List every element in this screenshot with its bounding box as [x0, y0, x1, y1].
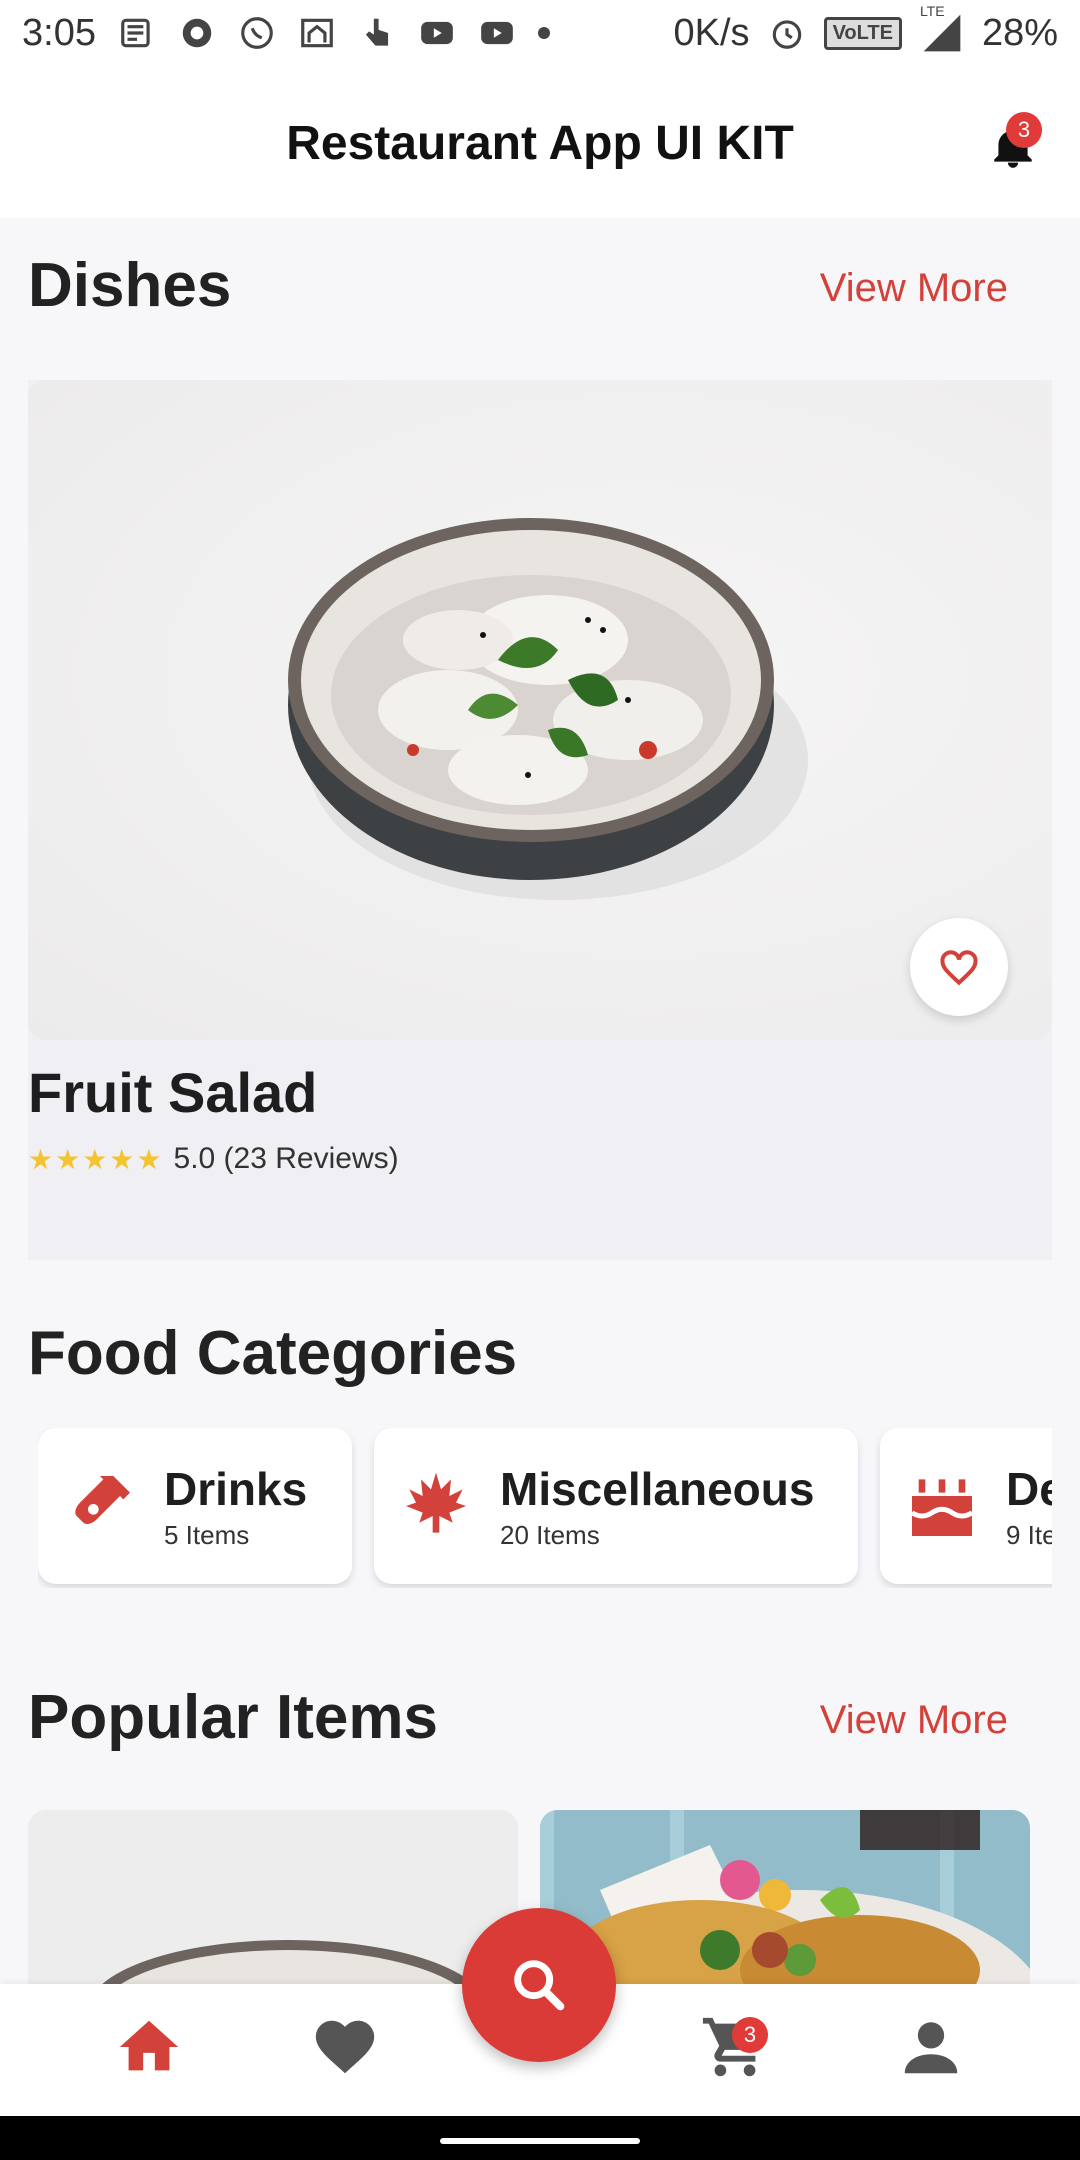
app-bar: Restaurant App UI KIT 3	[0, 66, 1080, 218]
notification-badge: 3	[1006, 112, 1042, 148]
leaf-icon	[406, 1472, 466, 1533]
category-name: Miscellaneous	[500, 1462, 815, 1515]
rating-text: 5.0 (23 Reviews)	[173, 1142, 399, 1175]
dumpling-bowl-illustration	[288, 518, 808, 900]
status-bar: 3:05 0K/s VoLTE LTE 28%	[0, 0, 1080, 66]
popular-item-image	[90, 1940, 486, 2000]
categories-title: Food Categories	[28, 1319, 518, 1388]
category-name: Drinks	[164, 1462, 308, 1515]
battery-level: 28%	[981, 11, 1058, 54]
categories-carousel[interactable]: Drinks 5 Items Miscellaneous 20 Items De…	[38, 1428, 1052, 1588]
popular-item-card[interactable]	[28, 1810, 518, 2000]
alarm-icon	[772, 20, 801, 49]
category-name: Desserts	[1006, 1462, 1052, 1515]
category-count: 9 Items	[1006, 1519, 1052, 1550]
dish-image	[28, 380, 1052, 1040]
touch-icon	[365, 18, 389, 46]
category-card-desserts[interactable]: Desserts 9 Items	[880, 1428, 1052, 1584]
favorite-button[interactable]	[910, 918, 1008, 1016]
search-fab-button[interactable]	[462, 1908, 616, 2062]
news-icon	[121, 18, 150, 48]
search-icon	[514, 1960, 565, 2011]
home-icon[interactable]	[114, 2012, 184, 2082]
status-time: 3:05	[22, 11, 96, 54]
net-speed: 0K/s	[673, 11, 750, 54]
threads-icon	[182, 18, 212, 48]
heart-outline-icon	[940, 950, 978, 986]
app-title: Restaurant App UI KIT	[286, 117, 794, 170]
dishes-title: Dishes	[28, 251, 232, 320]
youtube-icon	[481, 21, 513, 45]
category-card-drinks[interactable]: Drinks 5 Items	[38, 1428, 352, 1584]
star-rating-icons: ★★★★★	[28, 1143, 164, 1175]
popular-view-more-link[interactable]: View More	[820, 1698, 1008, 1743]
cart-badge: 3	[732, 2017, 768, 2053]
featured-dish-card[interactable]: Fruit Salad ★★★★★ 5.0 (23 Reviews)	[28, 380, 1052, 1260]
category-card-miscellaneous[interactable]: Miscellaneous 20 Items	[374, 1428, 858, 1584]
mosque-icon	[301, 18, 333, 48]
heart-icon[interactable]	[310, 2012, 380, 2082]
more-notifications-dot	[537, 27, 550, 39]
youtube-icon	[421, 21, 453, 45]
dish-name: Fruit Salad	[28, 1061, 318, 1124]
gesture-handle[interactable]	[440, 2138, 640, 2144]
signal-icon: LTE	[920, 3, 964, 55]
lte-label: LTE	[919, 3, 945, 19]
popular-title: Popular Items	[28, 1683, 438, 1752]
cake-icon	[910, 1479, 974, 1536]
bottle-icon	[75, 1476, 130, 1525]
dishes-view-more-link[interactable]: View More	[820, 266, 1008, 311]
person-icon[interactable]	[896, 2012, 966, 2082]
category-count: 20 Items	[500, 1519, 600, 1550]
category-count: 5 Items	[164, 1519, 250, 1550]
whatsapp-icon	[241, 17, 273, 49]
volte-badge: VoLTE	[823, 16, 902, 50]
rating-row: ★★★★★ 5.0 (23 Reviews)	[28, 1142, 399, 1176]
